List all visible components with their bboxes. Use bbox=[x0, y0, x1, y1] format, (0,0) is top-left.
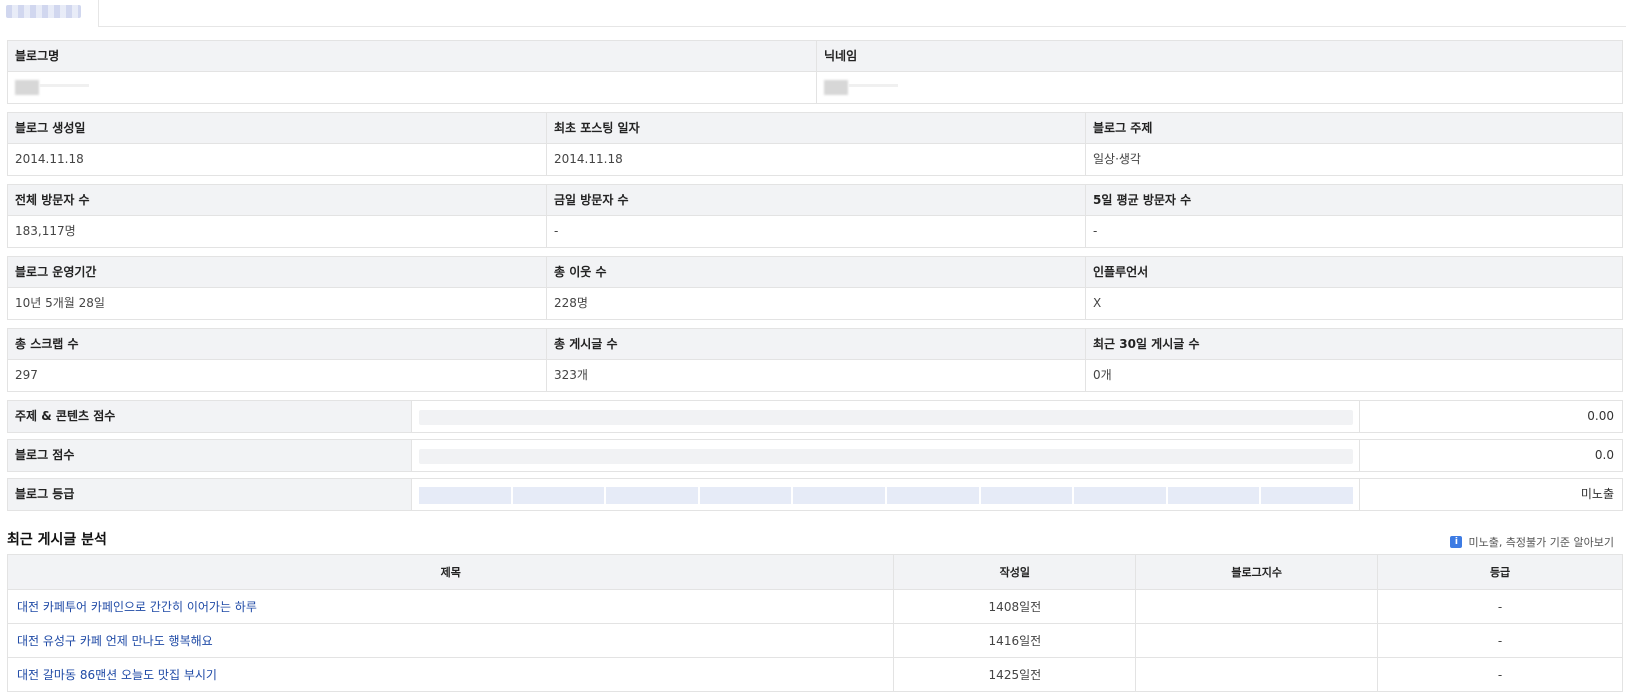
post-grade: - bbox=[1377, 623, 1623, 658]
neighbors-value: 228명 bbox=[547, 288, 1086, 319]
post-grade: - bbox=[1377, 589, 1623, 624]
recent-posts-title: 최근 게시글 분석 bbox=[7, 532, 107, 548]
blog-name-label: 블로그명 bbox=[8, 41, 817, 72]
operation-period-label: 블로그 운영기간 bbox=[8, 257, 547, 288]
blog-score-value: 0.0 bbox=[1594, 448, 1614, 462]
table-row: 대전 유성구 카페 언제 만나도 행복해요 1416일전 - bbox=[6, 623, 1623, 658]
blog-score-label: 블로그 점수 bbox=[8, 440, 412, 471]
grade-segment bbox=[1167, 487, 1260, 504]
blurred-blog-name bbox=[15, 80, 95, 95]
value-row: 2014.11.18 2014.11.18 일상·생각 bbox=[7, 144, 1623, 176]
influencer-label: 인플루언서 bbox=[1093, 265, 1149, 279]
help-link[interactable]: i 미노출, 측정불가 기준 알아보기 bbox=[1450, 534, 1614, 550]
scraps-label: 총 스크랩 수 bbox=[8, 329, 547, 360]
blog-score-bar bbox=[419, 449, 1353, 464]
content-score-bar bbox=[419, 410, 1353, 425]
blurred-nickname bbox=[824, 80, 904, 95]
scraps-value: 297 bbox=[8, 360, 547, 391]
header-row: 총 스크랩 수 총 게시글 수 최근 30일 게시글 수 bbox=[7, 328, 1623, 360]
value-row: 183,117명 - - bbox=[7, 216, 1623, 248]
post-index bbox=[1135, 589, 1379, 624]
first-post-date-label: 최초 포스팅 일자 bbox=[547, 113, 1086, 144]
value-row bbox=[7, 72, 1623, 104]
tab-blurred[interactable] bbox=[0, 0, 99, 27]
grade-segment bbox=[512, 487, 605, 504]
neighbors-label: 총 이웃 수 bbox=[547, 257, 1086, 288]
grade-segment bbox=[980, 487, 1073, 504]
column-title: 제목 bbox=[6, 554, 895, 590]
info-icon: i bbox=[1450, 536, 1463, 548]
created-date-label: 블로그 생성일 bbox=[8, 113, 547, 144]
today-visitors-label: 금일 방문자 수 bbox=[547, 185, 1086, 216]
column-index: 블로그지수 bbox=[1135, 554, 1379, 590]
post-title-link[interactable]: 대전 갈마동 86맨션 오늘도 맛집 부시기 bbox=[6, 657, 895, 692]
column-grade: 등급 bbox=[1377, 554, 1623, 590]
content-score-bar-cell bbox=[412, 401, 1360, 432]
blog-topic-label: 블로그 주제 bbox=[1093, 121, 1153, 135]
created-date-value: 2014.11.18 bbox=[8, 144, 547, 175]
value-row: 297 323개 0개 bbox=[7, 360, 1623, 392]
grade-segment bbox=[793, 487, 885, 504]
header-row: 블로그 운영기간 총 이웃 수 인플루언서 bbox=[7, 256, 1623, 288]
header-row: 블로그 생성일 최초 포스팅 일자 블로그 주제 bbox=[7, 112, 1623, 144]
first-post-date-value: 2014.11.18 bbox=[547, 144, 1086, 175]
recent-posts-table: 제목 작성일 블로그지수 등급 대전 카페투어 카페인으로 간간히 이어가는 하… bbox=[6, 554, 1623, 692]
grade-segment bbox=[699, 487, 792, 504]
total-posts-label: 총 게시글 수 bbox=[547, 329, 1086, 360]
header-row: 블로그명 닉네임 bbox=[7, 40, 1623, 72]
tab-bar bbox=[0, 0, 1626, 27]
grade-segment bbox=[1074, 487, 1166, 504]
blog-identity-section: 블로그명 닉네임 bbox=[7, 40, 1623, 104]
blog-grade-bar-cell bbox=[412, 479, 1360, 510]
blog-grade-row: 블로그 등급 미노출 bbox=[7, 478, 1623, 511]
post-date: 1408일전 bbox=[893, 589, 1137, 624]
influencer-value: X bbox=[1093, 296, 1102, 310]
blog-grade-value: 미노출 bbox=[1580, 487, 1614, 501]
table-header-row: 제목 작성일 블로그지수 등급 bbox=[6, 554, 1623, 590]
grade-segment bbox=[1261, 487, 1353, 504]
recent-posts-value: 0개 bbox=[1093, 368, 1112, 382]
help-link-label: 미노출, 측정불가 기준 알아보기 bbox=[1468, 536, 1614, 549]
nickname-value bbox=[817, 72, 1624, 103]
posts-count-section: 총 스크랩 수 총 게시글 수 최근 30일 게시글 수 297 323개 0개 bbox=[7, 328, 1623, 392]
post-title-link[interactable]: 대전 유성구 카페 언제 만나도 행복해요 bbox=[6, 623, 895, 658]
header-row: 전체 방문자 수 금일 방문자 수 5일 평균 방문자 수 bbox=[7, 184, 1623, 216]
visitors-section: 전체 방문자 수 금일 방문자 수 5일 평균 방문자 수 183,117명 -… bbox=[7, 184, 1623, 248]
recent-posts-label: 최근 30일 게시글 수 bbox=[1093, 337, 1200, 351]
avg-visitors-value: - bbox=[1093, 224, 1098, 238]
avg-visitors-label: 5일 평균 방문자 수 bbox=[1093, 193, 1192, 207]
table-row: 대전 갈마동 86맨션 오늘도 맛집 부시기 1425일전 - bbox=[6, 657, 1623, 692]
post-date: 1425일전 bbox=[893, 657, 1137, 692]
content-score-value: 0.00 bbox=[1587, 409, 1614, 423]
post-date: 1416일전 bbox=[893, 623, 1137, 658]
grade-segment bbox=[419, 487, 511, 504]
table-row: 대전 카페투어 카페인으로 간간히 이어가는 하루 1408일전 - bbox=[6, 589, 1623, 624]
total-visitors-label: 전체 방문자 수 bbox=[8, 185, 547, 216]
blog-name-value bbox=[8, 72, 817, 103]
total-visitors-value: 183,117명 bbox=[8, 216, 547, 247]
post-index bbox=[1135, 623, 1379, 658]
blog-score-row: 블로그 점수 0.0 bbox=[7, 439, 1623, 472]
total-posts-value: 323개 bbox=[547, 360, 1086, 391]
operation-section: 블로그 운영기간 총 이웃 수 인플루언서 10년 5개월 28일 228명 X bbox=[7, 256, 1623, 320]
value-row: 10년 5개월 28일 228명 X bbox=[7, 288, 1623, 320]
blog-grade-label: 블로그 등급 bbox=[8, 479, 412, 510]
post-grade: - bbox=[1377, 657, 1623, 692]
nickname-label: 닉네임 bbox=[824, 49, 858, 63]
post-index bbox=[1135, 657, 1379, 692]
blurred-tab-label bbox=[6, 5, 81, 18]
post-title-link[interactable]: 대전 카페투어 카페인으로 간간히 이어가는 하루 bbox=[6, 589, 895, 624]
grade-segment bbox=[886, 487, 979, 504]
column-date: 작성일 bbox=[893, 554, 1137, 590]
blog-grade-segments bbox=[419, 487, 1353, 504]
operation-period-value: 10년 5개월 28일 bbox=[8, 288, 547, 319]
content-score-row: 주제 & 콘텐츠 점수 0.00 bbox=[7, 400, 1623, 433]
today-visitors-value: - bbox=[547, 216, 1086, 247]
grade-segment bbox=[606, 487, 698, 504]
content-score-label: 주제 & 콘텐츠 점수 bbox=[8, 401, 412, 432]
blog-dates-section: 블로그 생성일 최초 포스팅 일자 블로그 주제 2014.11.18 2014… bbox=[7, 112, 1623, 176]
blog-topic-value: 일상·생각 bbox=[1093, 152, 1141, 166]
blog-score-bar-cell bbox=[412, 440, 1360, 471]
